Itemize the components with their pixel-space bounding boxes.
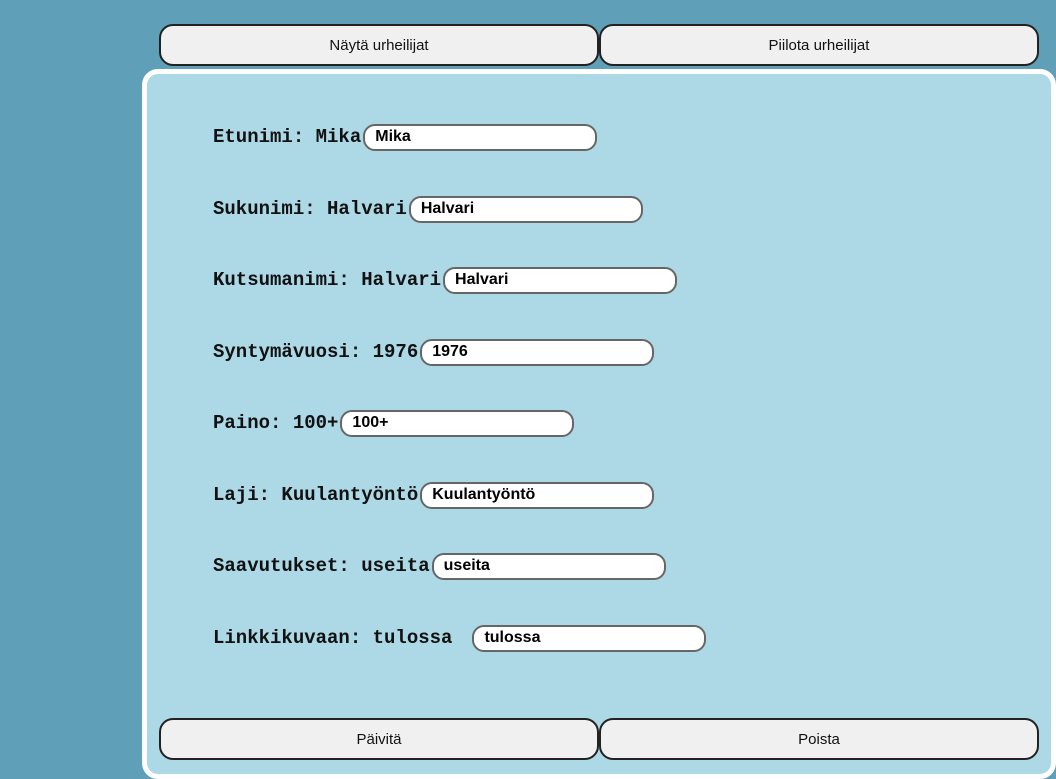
form-row-image-link: Linkkikuvaan: tulossa	[213, 624, 707, 652]
form-row-sport: Laji: Kuulantyöntö	[213, 481, 655, 509]
sport-label: Laji: Kuulantyöntö	[213, 484, 419, 506]
form-row-nickname: Kutsumanimi: Halvari	[213, 266, 678, 294]
achievements-label: Saavutukset: useita	[213, 555, 430, 577]
nickname-input[interactable]	[443, 266, 678, 294]
sport-input[interactable]	[420, 481, 655, 509]
hide-athletes-button[interactable]: Piilota urheilijat	[599, 24, 1039, 66]
birth-year-label: Syntymävuosi: 1976	[213, 341, 419, 363]
delete-button[interactable]: Poista	[599, 718, 1039, 760]
weight-label: Paino: 100+	[213, 412, 339, 434]
form-row-last-name: Sukunimi: Halvari	[213, 195, 643, 223]
last-name-label: Sukunimi: Halvari	[213, 198, 407, 220]
update-button[interactable]: Päivitä	[159, 718, 599, 760]
achievements-input[interactable]	[431, 552, 666, 580]
last-name-input[interactable]	[408, 195, 643, 223]
first-name-label: Etunimi: Mika	[213, 126, 362, 148]
show-athletes-button[interactable]: Näytä urheilijat	[159, 24, 599, 66]
image-link-label: Linkkikuvaan: tulossa	[213, 627, 453, 649]
image-link-input[interactable]	[472, 624, 707, 652]
nickname-label: Kutsumanimi: Halvari	[213, 269, 442, 291]
first-name-input[interactable]	[363, 123, 598, 151]
weight-input[interactable]	[340, 409, 575, 437]
form-row-first-name: Etunimi: Mika	[213, 123, 598, 151]
birth-year-input[interactable]	[420, 338, 655, 366]
form-row-birth-year: Syntymävuosi: 1976	[213, 338, 655, 366]
form-row-weight: Paino: 100+	[213, 409, 575, 437]
form-row-achievements: Saavutukset: useita	[213, 552, 666, 580]
